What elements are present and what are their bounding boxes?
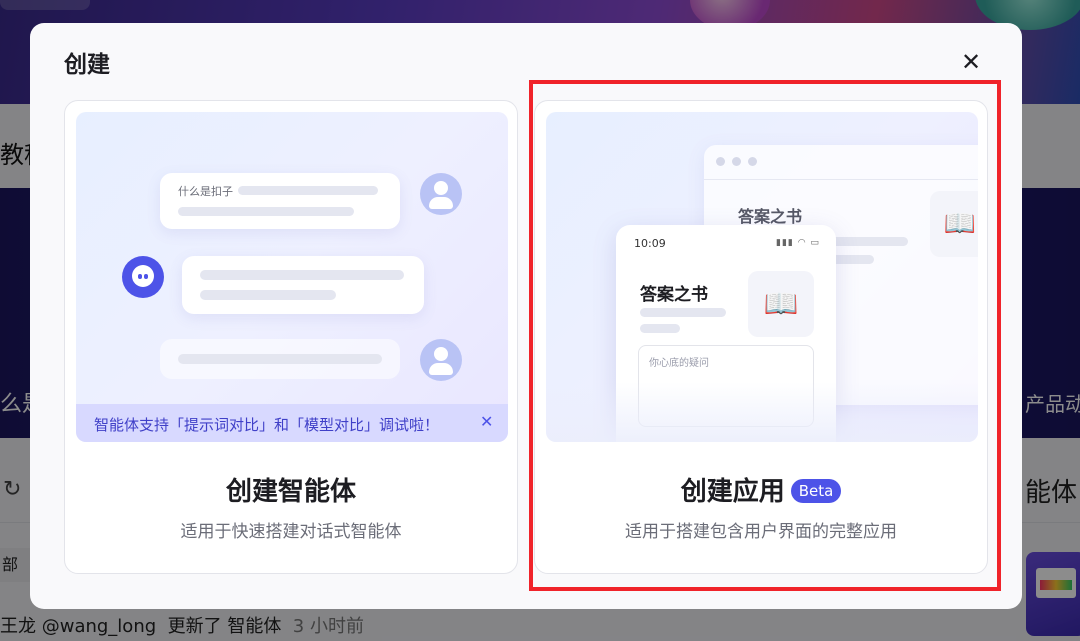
- modal-title: 创建: [64, 52, 110, 78]
- user-avatar-icon: [420, 339, 462, 381]
- question-text: 什么是扣子: [178, 185, 233, 198]
- bot-avatar-icon: [122, 256, 164, 298]
- notice-text: 智能体支持「提示词对比」和「模型对比」调试啦！: [94, 416, 440, 434]
- user-question-bubble: [160, 339, 400, 379]
- book-icon: 📖: [748, 271, 814, 337]
- agent-preview-illustration: 什么是扣子 智能体支持「提示词对比」和「模型对比」调试啦！ ✕: [76, 112, 508, 442]
- user-question-bubble: 什么是扣子: [160, 173, 400, 229]
- card-description: 适用于搭建包含用户界面的完整应用: [625, 522, 897, 542]
- create-modal: 创建 ✕ 什么是扣子 智能体支持「提示词对比」和「模型对比」调试啦！ ✕ 创建智…: [30, 23, 1022, 609]
- card-description: 适用于快速搭建对话式智能体: [180, 522, 402, 542]
- card-title: 创建智能体: [225, 477, 356, 507]
- phone-app-title: 答案之书: [640, 285, 708, 305]
- input-placeholder: 你心底的疑问: [649, 358, 709, 369]
- close-icon[interactable]: ✕: [956, 47, 986, 77]
- window-title: 答案之书: [738, 207, 803, 226]
- feature-notice-banner: 智能体支持「提示词对比」和「模型对比」调试啦！ ✕: [76, 404, 508, 442]
- phone-time: 10:09: [634, 237, 666, 250]
- phone-status-icons: ▮▮▮ ◠ ▭: [776, 238, 820, 248]
- create-agent-card[interactable]: 什么是扣子 智能体支持「提示词对比」和「模型对比」调试啦！ ✕ 创建智能体 适用…: [64, 100, 518, 574]
- close-icon[interactable]: ✕: [480, 412, 493, 431]
- card-title: 创建应用 Beta: [535, 471, 987, 508]
- create-app-card[interactable]: 答案之书 📖 10:09 ▮▮▮ ◠ ▭ 答案之书 📖 你心底的疑问 创建应用 B…: [534, 100, 988, 574]
- user-avatar-icon: [420, 173, 462, 215]
- bot-reply-bubble: [182, 256, 424, 314]
- app-preview-illustration: 答案之书 📖 10:09 ▮▮▮ ◠ ▭ 答案之书 📖 你心底的疑问: [546, 112, 978, 442]
- card-title-text: 创建应用: [680, 477, 785, 507]
- beta-badge: Beta: [790, 479, 842, 503]
- book-icon: 📖: [930, 191, 978, 257]
